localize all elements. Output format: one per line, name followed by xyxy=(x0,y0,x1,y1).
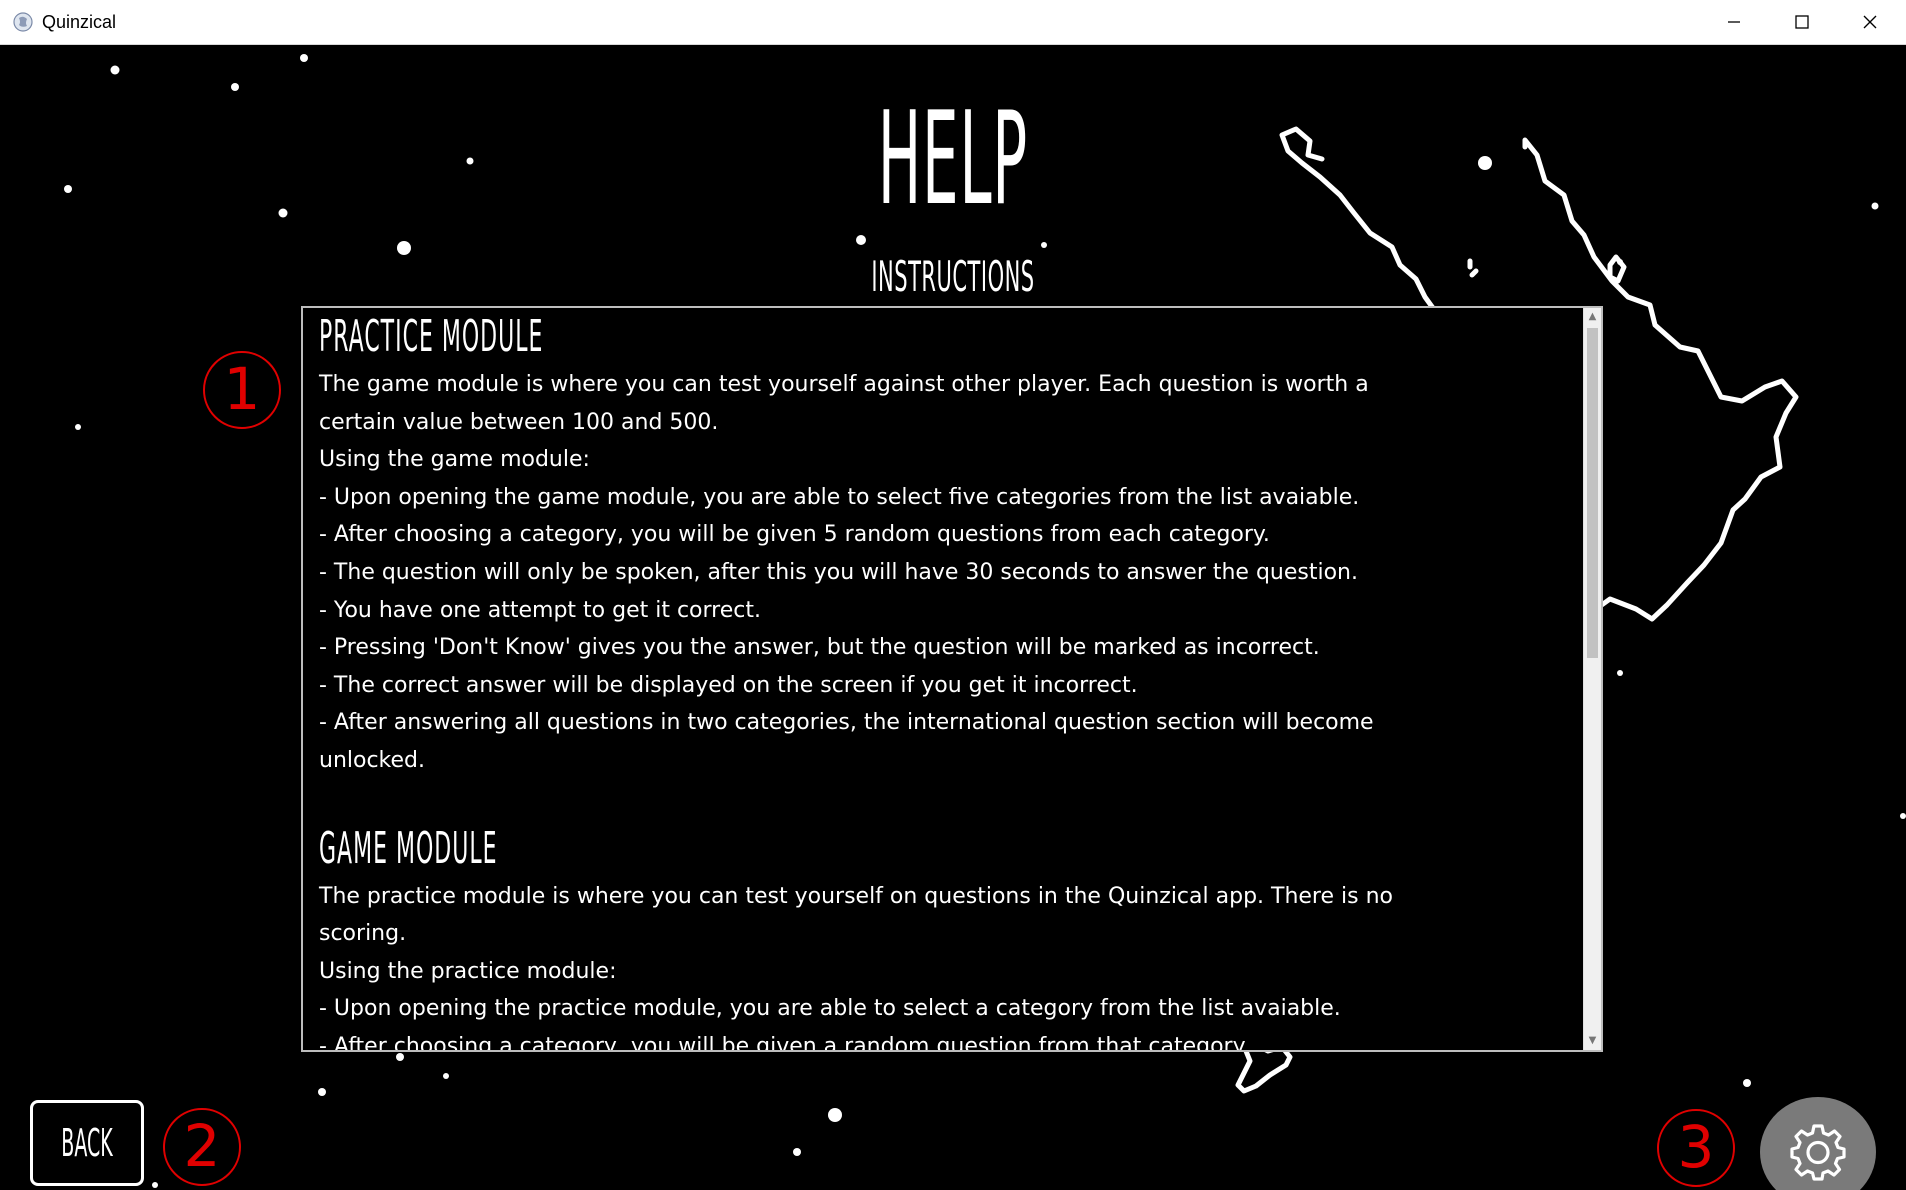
practice-intro-text: The game module is where you can test yo… xyxy=(319,372,1369,435)
window-title: Quinzical xyxy=(42,12,117,32)
game-step-text: - After choosing a category, you will be… xyxy=(319,1033,1250,1052)
practice-step-text: - After answering all questions in two c… xyxy=(319,710,1374,773)
page-title: HELP xyxy=(877,85,1029,234)
minimize-icon xyxy=(1728,21,1740,23)
game-module-heading: GAME MODULE xyxy=(319,822,498,874)
close-icon xyxy=(1863,15,1877,29)
gear-icon xyxy=(1790,1124,1846,1181)
close-button[interactable] xyxy=(1836,0,1904,44)
practice-step-text: - Upon opening the game module, you are … xyxy=(319,484,1360,510)
practice-step-text: - You have one attempt to get it correct… xyxy=(319,597,761,623)
annotation-marker-1: 1 xyxy=(203,351,281,429)
app-window: Quinzical HELP INSTRUCTIONS PRACTICE MOD… xyxy=(0,0,1906,1190)
practice-step-text: - After choosing a category, you will be… xyxy=(319,522,1270,548)
scroll-up-icon[interactable]: ▲ xyxy=(1587,310,1598,324)
practice-usage-heading: Using the game module: xyxy=(319,447,590,473)
maximize-icon xyxy=(1795,15,1809,29)
practice-module-heading: PRACTICE MODULE xyxy=(319,311,544,362)
title-bar: Quinzical xyxy=(0,0,1906,45)
minimize-button[interactable] xyxy=(1700,0,1768,44)
game-step-text: - Upon opening the practice module, you … xyxy=(319,996,1341,1022)
help-screen: HELP INSTRUCTIONS PRACTICE MODULE The ga… xyxy=(0,45,1906,1190)
annotation-marker-3: 3 xyxy=(1657,1109,1735,1187)
scrollbar-thumb[interactable] xyxy=(1587,328,1598,658)
vertical-scrollbar[interactable]: ▲ ▼ xyxy=(1583,308,1601,1050)
scroll-down-icon[interactable]: ▼ xyxy=(1587,1034,1598,1048)
back-button[interactable]: BACK xyxy=(30,1100,144,1186)
instructions-content: PRACTICE MODULE The game module is where… xyxy=(319,308,1579,1052)
annotation-marker-2: 2 xyxy=(163,1108,241,1186)
game-usage-heading: Using the practice module: xyxy=(319,958,617,984)
instructions-panel[interactable]: PRACTICE MODULE The game module is where… xyxy=(301,306,1603,1052)
practice-step-text: - The correct answer will be displayed o… xyxy=(319,672,1138,698)
maximize-button[interactable] xyxy=(1768,0,1836,44)
practice-step-text: - The question will only be spoken, afte… xyxy=(319,559,1358,585)
practice-step-text: - Pressing 'Don't Know' gives you the an… xyxy=(319,635,1320,661)
game-intro-text: The practice module is where you can tes… xyxy=(319,883,1393,947)
page-subtitle: INSTRUCTIONS xyxy=(871,252,1035,301)
back-button-label: BACK xyxy=(61,1121,113,1165)
app-icon xyxy=(13,12,33,32)
